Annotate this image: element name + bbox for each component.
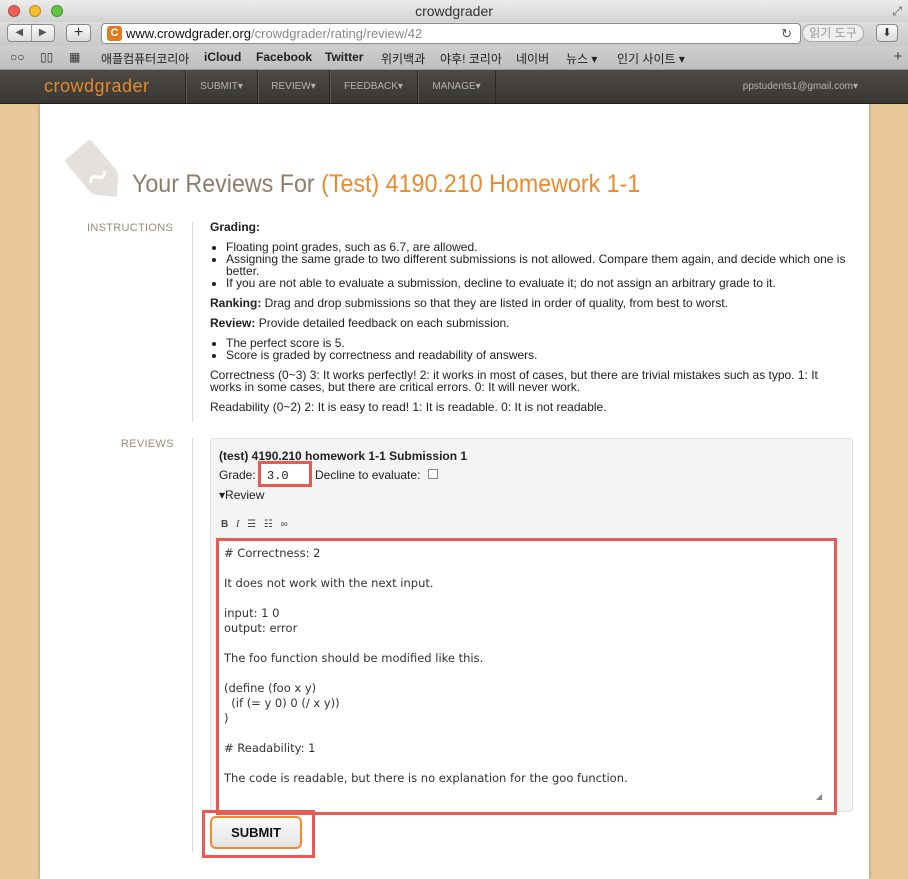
site-favicon-icon: C — [107, 26, 122, 41]
ranking-title: Ranking: — [210, 296, 262, 310]
bookmark-item[interactable]: Facebook — [256, 50, 312, 64]
window-title: crowdgrader — [415, 3, 493, 19]
bookmark-item[interactable]: 인기 사이트 ▾ — [617, 50, 685, 67]
correctness-rubric: Correctness (0~3) 3: It works perfectly!… — [210, 368, 818, 394]
top-sites-grid-icon[interactable]: ▦ — [69, 50, 80, 64]
grade-label: Grade: — [219, 468, 256, 482]
window-title-bar: crowdgrader ⤢ — [0, 0, 908, 23]
page-title-prefix: Your Reviews For — [132, 170, 322, 198]
add-bookmark-icon[interactable]: + — [888, 48, 908, 68]
editor-toolbar: B I ☰ ☷ ∞ — [221, 519, 293, 530]
reviews-label: REVIEWS — [121, 438, 174, 450]
submit-highlight: SUBMIT — [202, 810, 315, 858]
list-item: Score is graded by correctness and reada… — [226, 349, 850, 361]
main-page: Your Reviews For (Test) 4190.210 Homewor… — [40, 104, 869, 879]
review-list: The perfect score is 5. Score is graded … — [210, 337, 850, 361]
forward-button[interactable]: ▶ — [32, 25, 55, 41]
reload-icon[interactable]: ↻ — [781, 24, 792, 43]
grading-title: Grading: — [210, 220, 260, 234]
bookmark-item[interactable]: iCloud — [204, 50, 241, 64]
grade-input[interactable]: 3.0 — [258, 461, 312, 487]
nav-manage[interactable]: MANAGE▾ — [417, 70, 496, 103]
italic-icon[interactable]: I — [236, 519, 239, 530]
review-textarea[interactable]: # Correctness: 2 It does not work with t… — [216, 538, 837, 815]
fullscreen-icon[interactable]: ⤢ — [892, 4, 902, 19]
downloads-icon[interactable]: ⬇ — [876, 24, 898, 42]
review-title: Review: — [210, 316, 256, 330]
ranking-text: Drag and drop submissions so that they a… — [261, 296, 729, 310]
bookmark-item[interactable]: Twitter — [325, 50, 363, 64]
list-item: If you are not able to evaluate a submis… — [226, 277, 850, 289]
reader-button[interactable]: 읽기 도구 — [802, 24, 864, 42]
instructions-label: INSTRUCTIONS — [87, 222, 174, 234]
bullet-list-icon[interactable]: ☰ — [247, 519, 256, 530]
list-item: Assigning the same grade to two differen… — [226, 253, 850, 277]
bookmark-item[interactable]: 뉴스 ▾ — [566, 50, 597, 67]
user-menu[interactable]: ppstudents1@gmail.com▾ — [743, 70, 858, 103]
ranking-paragraph: Ranking: Drag and drop submissions so th… — [210, 297, 850, 309]
submission-title: (test) 4190.210 homework 1-1 Submission … — [219, 449, 468, 463]
nav-review[interactable]: REVIEW▾ — [257, 70, 329, 103]
history-nav: ◀ ▶ — [7, 24, 55, 42]
course-name: (Test) 4190.210 Homework 1-1 — [321, 170, 641, 198]
grading-list: Floating point grades, such as 6.7, are … — [210, 241, 850, 289]
review-instructions-text: Provide detailed feedback on each submis… — [255, 316, 510, 330]
address-bar[interactable]: C www.crowdgrader.org/crowdgrader/rating… — [101, 23, 801, 44]
pencil-icon — [65, 140, 119, 198]
bookmark-item[interactable]: 네이버 — [516, 50, 549, 67]
bold-icon[interactable]: B — [221, 519, 228, 530]
bookmark-item[interactable]: 야후! 코리아 — [440, 50, 502, 67]
decline-label: Decline to evaluate: — [315, 468, 421, 482]
new-tab-button[interactable]: + — [66, 24, 91, 42]
link-icon[interactable]: ∞ — [281, 519, 288, 530]
review-toggle[interactable]: ▾Review — [219, 488, 264, 502]
numbered-list-icon[interactable]: ☷ — [264, 519, 273, 530]
url-path: /crowdgrader/rating/review/42 — [251, 26, 423, 41]
nav-feedback[interactable]: FEEDBACK▾ — [329, 70, 417, 103]
bookmark-item[interactable]: 애플컴퓨터코리아 — [101, 50, 189, 67]
submission-review-panel: (test) 4190.210 homework 1-1 Submission … — [210, 438, 853, 815]
instructions-content: Grading: Floating point grades, such as … — [210, 221, 850, 413]
url-host: www.crowdgrader.org — [126, 26, 251, 41]
divider — [192, 438, 193, 853]
divider — [192, 222, 193, 422]
app-logo[interactable]: crowdgrader — [44, 76, 150, 97]
bookmarks-bar: ○○ ▯▯ ▦ 애플컴퓨터코리아 iCloud Facebook Twitter… — [0, 46, 908, 70]
bookmarks-book-icon[interactable]: ▯▯ — [40, 50, 53, 64]
browser-toolbar: ◀ ▶ + C www.crowdgrader.org/crowdgrader/… — [0, 22, 908, 46]
url-text: www.crowdgrader.org/crowdgrader/rating/r… — [126, 24, 422, 43]
review-paragraph: Review: Provide detailed feedback on eac… — [210, 317, 850, 329]
app-navbar: crowdgrader SUBMIT▾ REVIEW▾ FEEDBACK▾ MA… — [0, 70, 908, 104]
submit-button[interactable]: SUBMIT — [210, 816, 302, 849]
bookmark-item[interactable]: 위키백과 — [381, 50, 425, 67]
resize-handle-icon[interactable]: ◢ — [816, 792, 822, 801]
back-button[interactable]: ◀ — [8, 25, 32, 41]
readability-rubric: Readability (0~2) 2: It is easy to read!… — [210, 400, 607, 414]
reading-list-icon[interactable]: ○○ — [10, 50, 25, 64]
page-title: Your Reviews For (Test) 4190.210 Homewor… — [132, 170, 640, 199]
decline-checkbox[interactable] — [428, 469, 438, 479]
nav-submit[interactable]: SUBMIT▾ — [185, 70, 257, 103]
